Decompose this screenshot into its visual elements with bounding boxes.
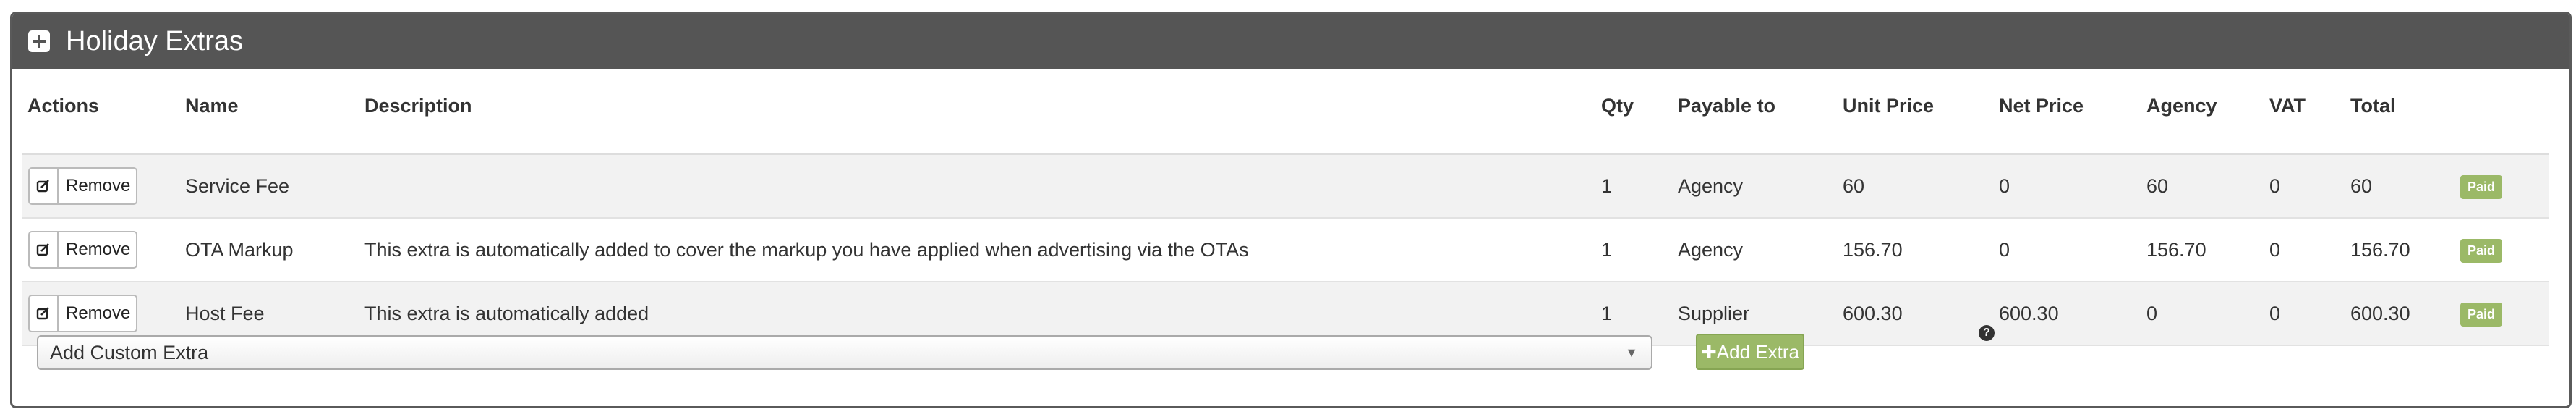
row-payable-to: Supplier (1678, 302, 1750, 324)
expand-plus-icon[interactable] (28, 30, 50, 52)
table-row: Remove Service Fee 1 Agency 60 0 60 0 60… (22, 153, 2549, 219)
edit-icon[interactable] (30, 169, 59, 203)
remove-button[interactable]: Remove (59, 296, 136, 331)
row-unit-price: 60 (1843, 174, 1865, 197)
header-status (2455, 76, 2549, 155)
dropdown-arrow-icon: ▼ (1625, 345, 1638, 360)
header-total: Total (2345, 76, 2455, 155)
paid-badge: Paid (2460, 238, 2503, 263)
add-extra-button[interactable]: ✚Add Extra (1696, 334, 1804, 370)
row-vat: 0 (2269, 302, 2281, 324)
help-icon[interactable]: ? (1979, 325, 1995, 341)
row-qty: 1 (1601, 302, 1613, 324)
row-actions: Remove (28, 295, 138, 332)
row-total: 60 (2350, 174, 2373, 197)
row-name: Service Fee (185, 174, 290, 197)
row-description: This extra is automatically added to cov… (364, 238, 1249, 261)
row-agency: 0 (2146, 302, 2158, 324)
row-vat: 0 (2269, 174, 2281, 197)
row-qty: 1 (1601, 238, 1613, 261)
header-unit-price: Unit Price (1838, 76, 1994, 155)
row-vat: 0 (2269, 238, 2281, 261)
header-actions: Actions (22, 76, 180, 155)
panel-header[interactable]: Holiday Extras (12, 14, 2569, 69)
row-payable-to: Agency (1678, 238, 1744, 261)
paid-badge: Paid (2460, 302, 2503, 327)
row-name: Host Fee (185, 302, 265, 324)
add-extra-row: Add Custom Extra ▼ ✚Add Extra ? (22, 325, 2549, 389)
remove-button[interactable]: Remove (59, 232, 136, 267)
custom-extra-select[interactable]: Add Custom Extra ▼ (37, 335, 1652, 370)
row-agency: 60 (2146, 174, 2169, 197)
row-description: This extra is automatically added (364, 302, 649, 324)
row-actions: Remove (28, 167, 138, 205)
header-vat: VAT (2264, 76, 2345, 155)
row-agency: 156.70 (2146, 238, 2206, 261)
edit-icon[interactable] (30, 296, 59, 331)
paid-badge: Paid (2460, 174, 2503, 199)
row-payable-to: Agency (1678, 174, 1744, 197)
row-actions: Remove (28, 231, 138, 269)
header-agency: Agency (2141, 76, 2264, 155)
row-net-price: 600.30 (1999, 302, 2059, 324)
row-net-price: 0 (1999, 238, 2010, 261)
table-row: Remove OTA Markup This extra is automati… (22, 218, 2549, 282)
row-unit-price: 156.70 (1843, 238, 1903, 261)
panel-title: Holiday Extras (66, 25, 243, 56)
row-total: 600.30 (2350, 302, 2410, 324)
header-payable-to: Payable to (1673, 76, 1838, 155)
header-name: Name (180, 76, 359, 155)
row-qty: 1 (1601, 174, 1613, 197)
custom-extra-select-value: Add Custom Extra (50, 342, 209, 363)
edit-icon[interactable] (30, 232, 59, 267)
row-unit-price: 600.30 (1843, 302, 1903, 324)
row-total: 156.70 (2350, 238, 2410, 261)
header-qty: Qty (1596, 76, 1673, 155)
row-name: OTA Markup (185, 238, 294, 261)
header-description: Description (359, 76, 1596, 155)
row-net-price: 0 (1999, 174, 2010, 197)
header-net-price: Net Price (1994, 76, 2141, 155)
table-header-row: Actions Name Description Qty Payable to … (22, 76, 2549, 155)
extras-table-wrap: Actions Name Description Qty Payable to … (22, 76, 2549, 346)
extras-table: Actions Name Description Qty Payable to … (22, 76, 2549, 346)
remove-button[interactable]: Remove (59, 169, 136, 203)
